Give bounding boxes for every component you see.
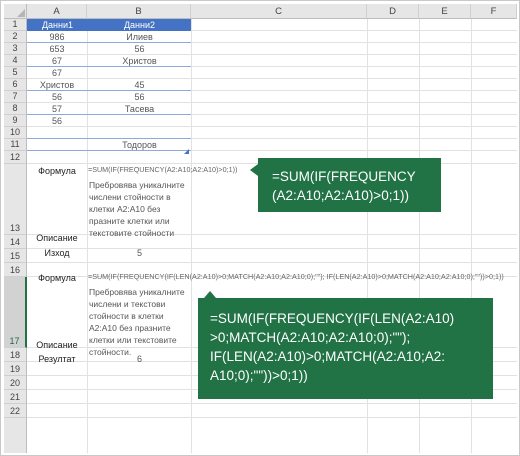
callout-text-line: A10;0);""))>0;1)) xyxy=(210,368,308,383)
column-header-e[interactable]: E xyxy=(419,4,471,19)
table-cell[interactable]: 653 xyxy=(27,43,87,55)
formula-callout: =SUM(IF(FREQUENCY(IF(LEN(A2:A10) >0;MATC… xyxy=(198,291,493,399)
row-header[interactable]: 11 xyxy=(4,139,27,151)
gridline xyxy=(27,403,517,404)
row-header[interactable]: 19 xyxy=(4,362,27,376)
formula-text[interactable]: =SUM(IF(FREQUENCY(IF(LEN(A2:A10)>0;MATCH… xyxy=(88,272,504,282)
row-header[interactable]: 22 xyxy=(4,404,27,418)
column-header-b[interactable]: B xyxy=(87,4,191,19)
table-cell[interactable]: 67 xyxy=(27,67,87,79)
row-header[interactable]: 14 xyxy=(4,235,27,249)
gridline xyxy=(27,417,517,418)
table-cell[interactable]: Илиев xyxy=(88,31,191,43)
callout-pointer xyxy=(250,164,258,176)
row-header[interactable]: 18 xyxy=(4,348,27,362)
spreadsheet-window: A B C D E F 1 2 3 4 5 6 7 8 9 10 11 12 1… xyxy=(0,0,520,456)
formula-label: Формула xyxy=(38,166,76,176)
description-text[interactable]: Пребровява уникалните числени стойности … xyxy=(89,179,189,239)
row-header[interactable]: 10 xyxy=(4,127,27,139)
description-label: Описание xyxy=(36,340,78,350)
row-header-selected[interactable]: 17 xyxy=(4,277,27,348)
callout-text-line: (A2:A10;A2:A10)>0;1)) xyxy=(272,188,409,203)
table-cell[interactable]: 56 xyxy=(27,91,87,103)
table-cell[interactable]: 45 xyxy=(88,79,191,91)
description-label: Описание xyxy=(36,233,78,243)
result-label: Изход xyxy=(44,248,70,258)
callout-text-line: IF(LEN(A2:A10)>0;MATCH(A2:A10;A2: xyxy=(210,349,445,364)
table-cell[interactable]: 986 xyxy=(27,31,87,43)
callout-text-line: >0;MATCH(A2:A10;A2:A10;0);""); xyxy=(210,330,411,345)
column-header-f[interactable]: F xyxy=(471,4,517,19)
callout-pointer xyxy=(204,291,216,298)
gridline xyxy=(191,19,192,453)
row-header[interactable]: 1 xyxy=(4,19,27,31)
row-header[interactable]: 4 xyxy=(4,55,27,67)
row-header[interactable]: 15 xyxy=(4,249,27,263)
table-cell[interactable]: Христов xyxy=(27,79,87,91)
row-header[interactable]: 16 xyxy=(4,263,27,277)
table-cell[interactable]: 67 xyxy=(27,55,87,67)
gridline xyxy=(27,126,517,127)
gridline xyxy=(27,262,517,263)
formula-label: Формула xyxy=(38,273,76,283)
table-cell[interactable]: Тасева xyxy=(88,103,191,115)
table-resize-handle[interactable] xyxy=(184,149,189,154)
row-header[interactable]: 20 xyxy=(4,376,27,390)
callout-text-line: =SUM(IF(FREQUENCY(IF(LEN(A2:A10) xyxy=(210,311,455,326)
description-text[interactable]: Пребровява уникалните числени и текстови… xyxy=(89,286,189,358)
select-all-button[interactable] xyxy=(4,4,27,19)
table-cell[interactable]: 56 xyxy=(27,115,87,127)
result-value[interactable]: 6 xyxy=(88,353,191,365)
formula-callout: =SUM(IF(FREQUENCY (A2:A10;A2:A10)>0;1)) xyxy=(250,158,441,212)
row-header[interactable]: 9 xyxy=(4,115,27,127)
result-label: Резултат xyxy=(38,354,76,364)
row-header[interactable]: 7 xyxy=(4,91,27,103)
table-cell[interactable]: 57 xyxy=(27,103,87,115)
callout-text-line: =SUM(IF(FREQUENCY xyxy=(272,169,416,184)
table-cell[interactable]: Христов xyxy=(88,55,191,67)
column-header-c[interactable]: C xyxy=(191,4,367,19)
column-header-a[interactable]: A xyxy=(27,4,87,19)
row-header[interactable]: 8 xyxy=(4,103,27,115)
row-header[interactable]: 5 xyxy=(4,67,27,79)
table-cell[interactable]: 56 xyxy=(88,43,191,55)
row-header[interactable]: 3 xyxy=(4,43,27,55)
table-cell[interactable]: Тодоров xyxy=(88,139,191,151)
row-header[interactable]: 21 xyxy=(4,390,27,404)
row-header xyxy=(4,418,27,453)
column-header-d[interactable]: D xyxy=(367,4,419,19)
row-header[interactable]: 12 xyxy=(4,151,27,164)
table-header-cell-a1[interactable]: Данни1 xyxy=(27,19,88,31)
row-header[interactable]: 13 xyxy=(4,164,27,235)
table-header-cell-b1[interactable]: Данни2 xyxy=(88,19,191,31)
result-value[interactable]: 5 xyxy=(88,247,191,259)
row-header[interactable]: 2 xyxy=(4,31,27,43)
formula-text[interactable]: =SUM(IF(FREQUENCY(A2:A10;A2:A10)>0;1)) xyxy=(88,165,237,175)
row-header[interactable]: 6 xyxy=(4,79,27,91)
table-cell[interactable]: 56 xyxy=(88,91,191,103)
